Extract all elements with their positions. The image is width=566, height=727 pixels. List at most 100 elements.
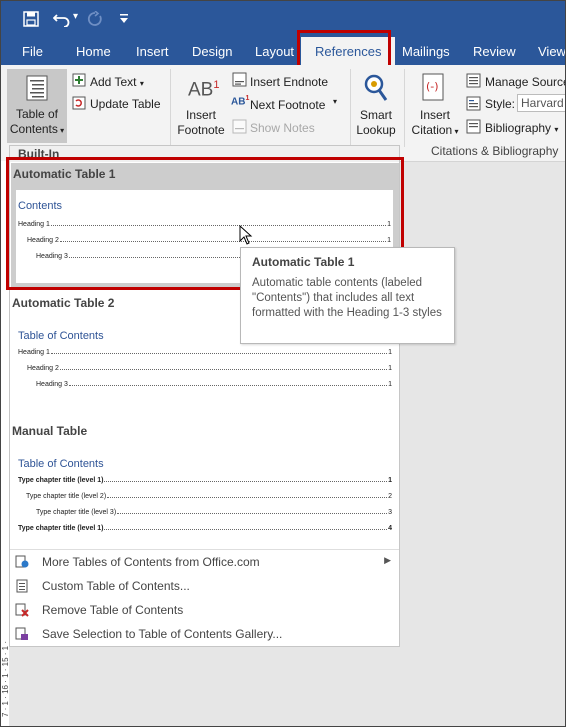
- vertical-ruler-numbers: 7 · 1 · 16 · 1 · 15 · 1 ·: [1, 641, 10, 718]
- tab-layout[interactable]: Layout: [255, 44, 294, 59]
- ribbon-separator: [404, 69, 405, 147]
- toc-dropdown-icon: ▾: [57, 126, 65, 135]
- preview-row-page: 4: [388, 525, 392, 532]
- tab-file[interactable]: File: [22, 44, 43, 59]
- tab-insert[interactable]: Insert: [136, 44, 169, 59]
- menu-item-label: Remove Table of Contents: [42, 603, 184, 617]
- ribbon-separator: [350, 69, 351, 147]
- table-of-contents-button[interactable]: Table of Contents ▾: [7, 69, 67, 143]
- preview-row: Type chapter title (level 2) 2: [26, 490, 392, 500]
- manage-sources-button[interactable]: Manage Sources: [485, 75, 565, 89]
- preview-row-label: Heading 3: [36, 381, 68, 388]
- preview-row-page: 1: [388, 365, 392, 372]
- preview-row-label: Heading 1: [18, 349, 50, 356]
- preview-row-page: 1: [388, 381, 392, 388]
- menu-item-label: Custom Table of Contents...: [42, 579, 190, 593]
- preview-row: Heading 1 1: [18, 346, 392, 356]
- dot-leader: [104, 529, 388, 530]
- word-window: ▾ File Home Insert Design Layout Referen…: [0, 0, 566, 727]
- preview-row-page: 3: [388, 509, 392, 516]
- update-table-icon: [72, 96, 86, 110]
- ribbon-tabs: File Home Insert Design Layout Reference…: [1, 37, 565, 67]
- group-label-citations: Citations & Bibliography: [431, 144, 559, 158]
- tooltip-body: Automatic table contents (labeled "Conte…: [252, 277, 442, 319]
- menu-separator: [10, 549, 399, 550]
- menu-item-save-selection[interactable]: Save Selection to Table of Contents Gall…: [10, 623, 399, 645]
- insert-citation-dropdown-icon: ▾: [452, 127, 459, 136]
- menu-item-more-tables[interactable]: More Tables of Contents from Office.com …: [10, 551, 399, 573]
- tab-mailings[interactable]: Mailings: [402, 44, 450, 59]
- menu-item-custom-toc[interactable]: Custom Table of Contents...: [10, 575, 399, 597]
- dot-leader: [107, 497, 388, 498]
- style-select[interactable]: Harvard: [517, 94, 565, 112]
- smart-lookup-line2: Lookup: [356, 123, 396, 137]
- preview-row: Type chapter title (level 3) 3: [36, 506, 392, 516]
- customize-icon[interactable]: [119, 13, 129, 25]
- save-selection-icon: [15, 627, 28, 640]
- footnote-icon-sup: 1: [213, 79, 220, 91]
- insert-endnote-button[interactable]: Insert Endnote: [250, 75, 328, 89]
- quick-access-toolbar: ▾: [1, 1, 565, 37]
- insert-citation-line2: Citation: [411, 123, 453, 137]
- insert-citation-line1: Insert: [419, 108, 450, 122]
- bibliography-button[interactable]: Bibliography ▾: [485, 121, 558, 135]
- preview-row: Type chapter title (level 1) 4: [18, 522, 392, 532]
- preview-row-label: Type chapter title (level 2): [26, 493, 107, 500]
- preview-row-label: Type chapter title (level 3): [36, 509, 117, 516]
- menu-item-remove-toc[interactable]: Remove Table of Contents: [10, 599, 399, 621]
- undo-dropdown-icon[interactable]: ▾: [73, 11, 78, 22]
- menu-item-label: More Tables of Contents from Office.com: [42, 555, 260, 569]
- style-label: Style:: [485, 97, 516, 111]
- add-text-label: Add Text: [90, 75, 137, 89]
- tab-home[interactable]: Home: [76, 44, 111, 59]
- insert-footnote-line1: Insert: [185, 108, 216, 122]
- preview-row: Type chapter title (level 1) 1: [18, 474, 392, 484]
- dot-leader: [50, 353, 388, 354]
- smart-lookup-line1: Smart: [359, 108, 392, 122]
- next-footnote-icon: AB1: [231, 95, 250, 108]
- manage-sources-icon: [466, 73, 481, 88]
- undo-icon[interactable]: [53, 11, 71, 27]
- show-notes-button[interactable]: Show Notes: [250, 121, 315, 135]
- bibliography-label: Bibliography: [485, 121, 552, 135]
- footnote-icon-text: AB: [188, 79, 214, 101]
- references-tab-highlight: [297, 30, 391, 68]
- preview-row-label: Heading 2: [27, 365, 59, 372]
- gallery-item-title: Manual Table: [12, 424, 88, 438]
- insert-citation-icon: (-): [422, 73, 444, 101]
- tooltip-title: Automatic Table 1: [252, 255, 355, 269]
- footnote-icon: AB1: [188, 79, 219, 101]
- tab-design[interactable]: Design: [192, 44, 232, 59]
- add-text-button[interactable]: Add Text ▾: [90, 75, 144, 89]
- next-footnote-button[interactable]: Next Footnote: [250, 98, 325, 112]
- update-table-button[interactable]: Update Table: [90, 97, 161, 111]
- submenu-arrow-icon: ▶: [384, 555, 391, 565]
- dot-leader: [59, 369, 388, 370]
- insert-footnote-line2: Footnote: [177, 123, 225, 137]
- insert-endnote-icon: [232, 72, 247, 87]
- redo-icon[interactable]: [87, 11, 103, 27]
- office-com-icon: [15, 555, 29, 568]
- bibliography-icon: [466, 119, 481, 134]
- tab-view[interactable]: View: [538, 44, 565, 59]
- dot-leader: [68, 385, 388, 386]
- tab-review[interactable]: Review: [473, 44, 516, 59]
- remove-toc-icon: [15, 603, 29, 617]
- mouse-cursor-icon: [239, 225, 253, 245]
- custom-toc-icon: [16, 579, 28, 593]
- toc-label-line1: Table of: [15, 107, 59, 121]
- tooltip: Automatic Table 1 Automatic table conten…: [240, 247, 455, 344]
- dot-leader: [104, 481, 388, 482]
- next-footnote-dropdown-icon[interactable]: ▾: [333, 97, 337, 106]
- style-icon: [466, 96, 481, 111]
- save-icon[interactable]: [23, 11, 39, 27]
- toc-label-line2: Contents: [9, 122, 58, 136]
- table-of-contents-icon: [26, 75, 48, 101]
- preview-row-page: 2: [388, 493, 392, 500]
- menu-item-label: Save Selection to Table of Contents Gall…: [42, 627, 283, 641]
- show-notes-icon: [232, 119, 247, 134]
- preview-title: Table of Contents: [18, 330, 104, 342]
- preview-title: Table of Contents: [18, 458, 104, 470]
- preview-row-page: 1: [388, 349, 392, 356]
- smart-lookup-icon: [364, 74, 388, 101]
